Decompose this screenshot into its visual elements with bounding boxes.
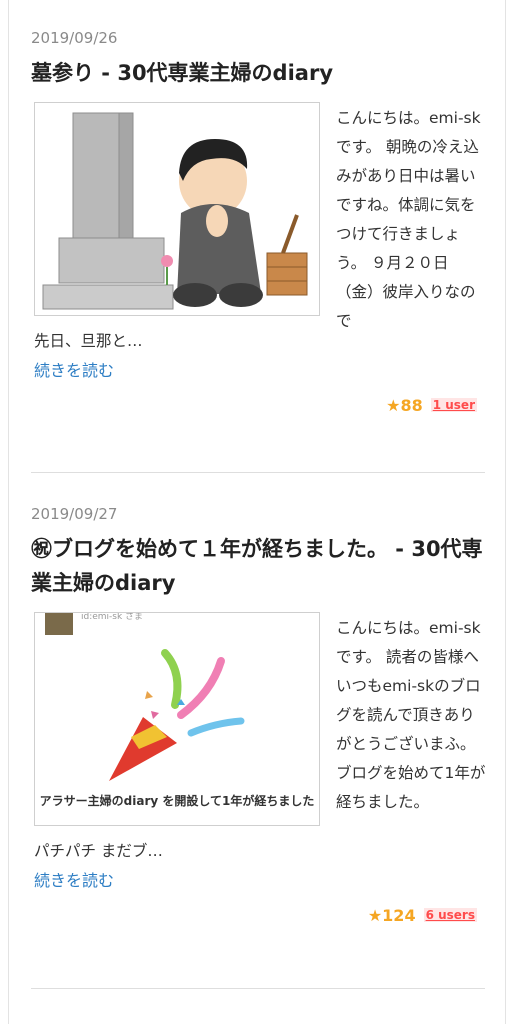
party-popper-illustration: id:emi-sk さま アラサー主婦のdiary を開設して1年が経ちました: [40, 613, 315, 808]
entry-bookmark-meta: ★124 6 users: [368, 904, 477, 926]
bookmark-users-link[interactable]: 6 users: [423, 908, 477, 922]
read-more-link[interactable]: 続きを読む: [34, 358, 114, 384]
entry-card: 2019/09/27 ㊗ブログを始めて１年が経ちました。 - 30代専業主婦のd…: [31, 504, 485, 925]
entry-thumbnail[interactable]: [34, 102, 320, 316]
thumbnail-header-text: id:emi-sk さま: [81, 613, 143, 622]
star-count[interactable]: ★124: [368, 906, 416, 925]
entry-excerpt: こんにちは。emi-skです。 朝晩の冷え込みがあり日中は暑いですね。体調に気を…: [336, 109, 481, 330]
page-border-left: [8, 0, 9, 1024]
read-more-link[interactable]: 続きを読む: [34, 868, 114, 894]
entry-title-link[interactable]: 墓参り - 30代専業主婦のdiary: [31, 56, 485, 90]
entry-divider: [31, 988, 485, 989]
entry-bookmark-meta: ★88 1 user: [386, 394, 477, 416]
entry-card: 2019/09/26 墓参り - 30代専業主婦のdiary こんにちは。emi…: [31, 28, 485, 415]
grave-visit-illustration: [42, 112, 308, 310]
star-count[interactable]: ★88: [386, 396, 423, 415]
entry-excerpt-continued: 先日、旦那と…: [34, 332, 143, 350]
entry-divider: [31, 472, 485, 473]
page-border-right: [505, 0, 506, 1024]
entry-thumbnail[interactable]: id:emi-sk さま アラサー主婦のdiary を開設して1年が経ちました: [34, 612, 320, 826]
bookmark-users-link[interactable]: 1 user: [430, 398, 477, 412]
thumbnail-caption: アラサー主婦のdiary を開設して1年が経ちました: [40, 793, 315, 808]
entry-excerpt: こんにちは。emi-skです。 読者の皆様へ いつもemi-skのブログを読んで…: [336, 619, 486, 811]
entry-title-link[interactable]: ㊗ブログを始めて１年が経ちました。 - 30代専業主婦のdiary: [31, 532, 485, 600]
entry-excerpt-continued: パチパチ まだブ…: [34, 842, 163, 860]
entry-date: 2019/09/26: [31, 29, 118, 47]
entry-date: 2019/09/27: [31, 505, 118, 523]
